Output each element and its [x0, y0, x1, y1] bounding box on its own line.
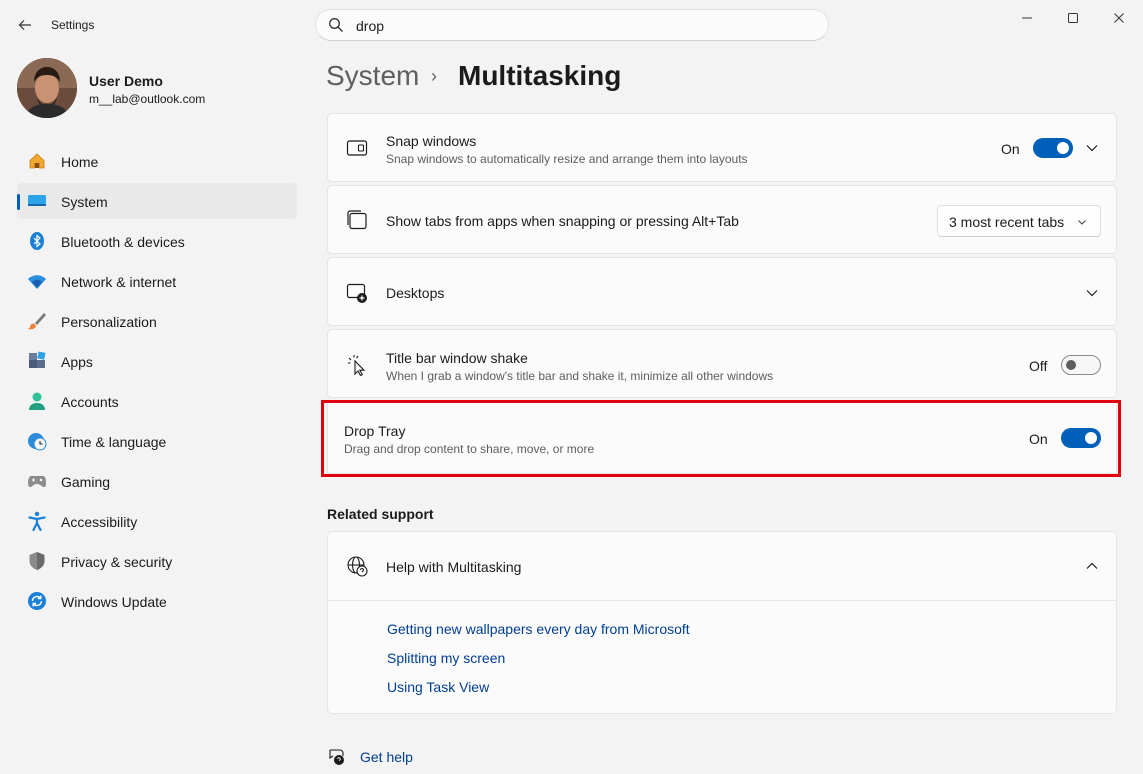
sidebar-item-bluetooth[interactable]: Bluetooth & devices: [17, 223, 297, 259]
related-support-heading: Related support: [327, 506, 434, 522]
divider: [328, 600, 1116, 601]
chevron-down-icon[interactable]: [1084, 140, 1100, 156]
sidebar-item-personalization[interactable]: Personalization: [17, 303, 297, 339]
chevron-up-icon: [1086, 562, 1098, 569]
sidebar-item-time-language[interactable]: Time & language: [17, 423, 297, 459]
desktops-icon: [346, 283, 367, 303]
tabs-count-select[interactable]: 3 most recent tabs: [937, 205, 1101, 237]
sidebar-item-apps[interactable]: Apps: [17, 343, 297, 379]
system-icon: [28, 195, 46, 206]
sidebar-item-accessibility[interactable]: Accessibility: [17, 503, 297, 539]
sidebar-item-windows-update[interactable]: Windows Update: [17, 583, 297, 619]
user-name: User Demo: [89, 73, 163, 89]
get-help-icon: [329, 749, 344, 765]
page-title: Multitasking: [458, 60, 622, 91]
sidebar-nav: Home System Bluetooth & devices Network …: [17, 143, 297, 623]
chevron-down-icon: [1078, 220, 1086, 225]
desktops-card[interactable]: Desktops: [327, 257, 1117, 326]
search-box[interactable]: drop: [315, 9, 829, 41]
maximize-icon: [1068, 13, 1078, 23]
sidebar-item-privacy[interactable]: Privacy & security: [17, 543, 297, 579]
help-link-splitting[interactable]: Splitting my screen: [387, 650, 505, 666]
desktops-title: Desktops: [386, 285, 445, 301]
minimize-button[interactable]: [1004, 6, 1050, 30]
snap-windows-description: Snap windows to automatically resize and…: [386, 152, 748, 166]
window-shake-state: Off: [1029, 358, 1048, 374]
window-shake-card: Title bar window shake When I grab a win…: [327, 329, 1117, 398]
get-help-link[interactable]: Get help: [360, 749, 413, 765]
apps-icon: [29, 351, 46, 368]
close-button[interactable]: [1096, 6, 1142, 30]
sidebar-item-label: Privacy & security: [61, 554, 173, 570]
show-tabs-card: Show tabs from apps when snapping or pre…: [327, 185, 1117, 254]
globe-help-icon: [347, 556, 368, 577]
minimize-icon: [1022, 17, 1032, 19]
sidebar-item-label: Accessibility: [61, 514, 138, 530]
snap-windows-card[interactable]: Snap windows Snap windows to automatical…: [327, 113, 1117, 182]
sidebar-item-label: Windows Update: [61, 594, 167, 610]
back-button[interactable]: [12, 12, 38, 38]
sidebar-item-label: System: [61, 194, 108, 210]
sidebar-item-accounts[interactable]: Accounts: [17, 383, 297, 419]
help-title: Help with Multitasking: [386, 559, 522, 575]
window-shake-description: When I grab a window's title bar and sha…: [386, 369, 774, 383]
close-icon: [1114, 13, 1124, 23]
snap-windows-icon: [346, 140, 368, 156]
sidebar-item-label: Home: [61, 154, 99, 170]
highlight-box: [321, 400, 1121, 477]
sidebar-item-network[interactable]: Network & internet: [17, 263, 297, 299]
user-email: m__lab@outlook.com: [89, 92, 206, 106]
title-bar: Settings drop: [0, 0, 1143, 50]
window-shake-toggle[interactable]: [1061, 355, 1101, 375]
brush-icon: [28, 313, 46, 330]
help-card: Help with Multitasking Getting new wallp…: [327, 531, 1117, 714]
accessibility-icon: [28, 511, 46, 531]
search-input[interactable]: drop: [356, 18, 384, 34]
tabs-count-value: 3 most recent tabs: [949, 214, 1065, 230]
avatar[interactable]: [17, 58, 77, 118]
tabs-icon: [347, 210, 367, 230]
sidebar-item-label: Accounts: [61, 394, 119, 410]
gamepad-icon: [28, 476, 46, 487]
search-icon: [329, 18, 343, 32]
sidebar-item-label: Apps: [61, 354, 93, 370]
update-icon: [28, 592, 46, 610]
help-link-task-view[interactable]: Using Task View: [387, 679, 489, 695]
sidebar-item-label: Network & internet: [61, 274, 177, 290]
chevron-down-icon[interactable]: [1084, 285, 1100, 301]
sidebar-item-label: Time & language: [61, 434, 167, 450]
snap-windows-toggle[interactable]: [1033, 138, 1073, 158]
cursor-shake-icon: [348, 355, 366, 376]
sidebar-item-system[interactable]: System: [17, 183, 297, 219]
sidebar-item-label: Personalization: [61, 314, 157, 330]
home-icon: [29, 153, 45, 169]
app-title: Settings: [51, 18, 95, 32]
avatar-image: [17, 58, 77, 118]
sidebar-item-gaming[interactable]: Gaming: [17, 463, 297, 499]
snap-windows-state: On: [1001, 141, 1020, 157]
account-icon: [29, 392, 45, 410]
bluetooth-icon: [30, 232, 44, 250]
sidebar-item-label: Bluetooth & devices: [61, 234, 185, 250]
window-shake-title: Title bar window shake: [386, 350, 528, 366]
snap-windows-title: Snap windows: [386, 133, 477, 149]
back-arrow-icon: [18, 20, 31, 30]
breadcrumb-separator: ›: [431, 66, 437, 86]
wifi-icon: [28, 275, 46, 289]
breadcrumb-parent[interactable]: System: [326, 60, 419, 92]
clock-globe-icon: [28, 433, 47, 451]
maximize-button[interactable]: [1050, 6, 1096, 30]
help-link-wallpapers[interactable]: Getting new wallpapers every day from Mi…: [387, 621, 690, 637]
sidebar-item-label: Gaming: [61, 474, 111, 490]
show-tabs-title: Show tabs from apps when snapping or pre…: [386, 213, 739, 229]
shield-icon: [29, 552, 45, 570]
sidebar-item-home[interactable]: Home: [17, 143, 297, 179]
help-card-header[interactable]: Help with Multitasking: [328, 532, 1116, 600]
